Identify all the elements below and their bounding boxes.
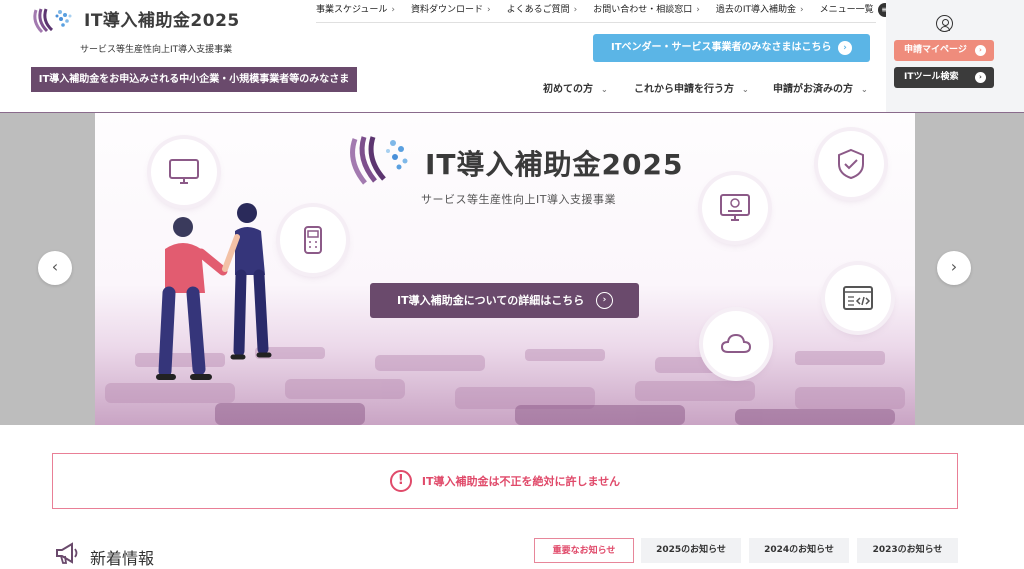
alert-text: IT導入補助金は不正を絶対に許しません bbox=[421, 475, 621, 488]
hero-logo-mark-icon bbox=[350, 136, 408, 185]
chevron-right-icon: › bbox=[487, 5, 491, 15]
arrow-right-icon: › bbox=[975, 72, 986, 83]
hero-title: IT導入補助金2025 bbox=[425, 148, 684, 181]
monitor-bubble bbox=[151, 139, 217, 205]
report-bubble bbox=[702, 175, 768, 241]
chevron-down-icon: ⌄ bbox=[742, 85, 749, 94]
tool-search-label: ITツール検索 bbox=[904, 72, 959, 82]
chevron-down-icon: ⌄ bbox=[601, 85, 608, 94]
arrow-right-icon: › bbox=[838, 41, 852, 55]
it-tool-search-button[interactable]: ITツール検索 › bbox=[894, 67, 994, 88]
divider bbox=[316, 22, 876, 23]
vendor-button-label: ITベンダー・サービス事業者のみなさまはこちら bbox=[611, 42, 832, 53]
hero-slide: IT導入補助金2025 サービス等生産性向上IT導入支援事業 IT導入補助金につ… bbox=[95, 113, 915, 425]
top-links: 事業スケジュール › 資料ダウンロード › よくあるご質問 › お問い合わせ・相談窓口… bbox=[316, 2, 892, 17]
top-link-download[interactable]: 資料ダウンロード › bbox=[411, 2, 491, 17]
nav-applying[interactable]: これから申請を行う方 ⌄ bbox=[634, 80, 749, 95]
top-link-faq[interactable]: よくあるご質問 › bbox=[507, 2, 578, 17]
cloud-icon bbox=[720, 333, 752, 353]
monitor-icon bbox=[169, 159, 199, 184]
hero-subtitle: サービス等生産性向上IT導入支援事業 bbox=[421, 193, 616, 206]
arrow-right-icon: › bbox=[596, 292, 613, 309]
megaphone-icon bbox=[56, 542, 78, 564]
news-title: 新着情報 bbox=[90, 549, 155, 568]
tab-2025[interactable]: 2025のお知らせ bbox=[641, 538, 741, 563]
tab-important[interactable]: 重要なお知らせ bbox=[534, 538, 634, 563]
logo-mark-icon bbox=[33, 8, 72, 34]
chevron-right-icon: › bbox=[696, 5, 700, 15]
top-link-past[interactable]: 過去のIT導入補助金 › bbox=[716, 2, 804, 17]
code-window-icon bbox=[843, 286, 873, 310]
tab-2024[interactable]: 2024のお知らせ bbox=[749, 538, 849, 563]
menu-list-button[interactable]: メニュー一覧 ≡ bbox=[820, 2, 892, 17]
hero-detail-button[interactable]: IT導入補助金についての詳細はこちら › bbox=[370, 283, 639, 318]
logo-title[interactable]: IT導入補助金2025 bbox=[84, 6, 240, 31]
slider-next-button[interactable]: › bbox=[937, 251, 971, 285]
card-terminal-bubble bbox=[280, 207, 346, 273]
code-bubble bbox=[825, 265, 891, 331]
shield-check-icon bbox=[838, 148, 864, 180]
arrow-right-icon: › bbox=[975, 45, 986, 56]
currency-report-icon bbox=[720, 194, 750, 221]
mypage-button[interactable]: 申請マイページ › bbox=[894, 40, 994, 61]
top-link-contact[interactable]: お問い合わせ・相談窓口 › bbox=[593, 2, 700, 17]
business-people-illustration bbox=[156, 203, 272, 380]
user-icon[interactable] bbox=[936, 15, 953, 32]
cloud-bubble bbox=[703, 311, 769, 377]
fraud-alert-banner[interactable]: ! IT導入補助金は不正を絶対に許しません bbox=[52, 453, 958, 509]
chevron-right-icon: › bbox=[391, 5, 395, 15]
chevron-right-icon: › bbox=[573, 5, 578, 15]
hero-detail-label: IT導入補助金についての詳細はこちら bbox=[397, 294, 585, 307]
nav-applied[interactable]: 申請がお済みの方 ⌄ bbox=[773, 80, 868, 95]
top-link-schedule[interactable]: 事業スケジュール › bbox=[316, 2, 395, 17]
alert-icon: ! bbox=[389, 470, 412, 492]
tab-2023[interactable]: 2023のお知らせ bbox=[857, 538, 958, 563]
vendor-button[interactable]: ITベンダー・サービス事業者のみなさまはこちら › bbox=[593, 34, 870, 62]
shield-bubble bbox=[818, 131, 884, 197]
mypage-button-label: 申請マイページ bbox=[904, 45, 967, 55]
chevron-down-icon: ⌄ bbox=[861, 85, 868, 94]
nav-first-time[interactable]: 初めての方 ⌄ bbox=[543, 80, 608, 95]
logo-subtitle: サービス等生産性向上IT導入支援事業 bbox=[80, 45, 233, 55]
sme-banner[interactable]: IT導入補助金をお申込みされる中小企業・小規模事業者等のみなさま bbox=[31, 67, 357, 92]
slider-prev-button[interactable]: ‹ bbox=[38, 251, 72, 285]
card-terminal-icon bbox=[304, 226, 322, 254]
chevron-right-icon: › bbox=[800, 5, 804, 15]
